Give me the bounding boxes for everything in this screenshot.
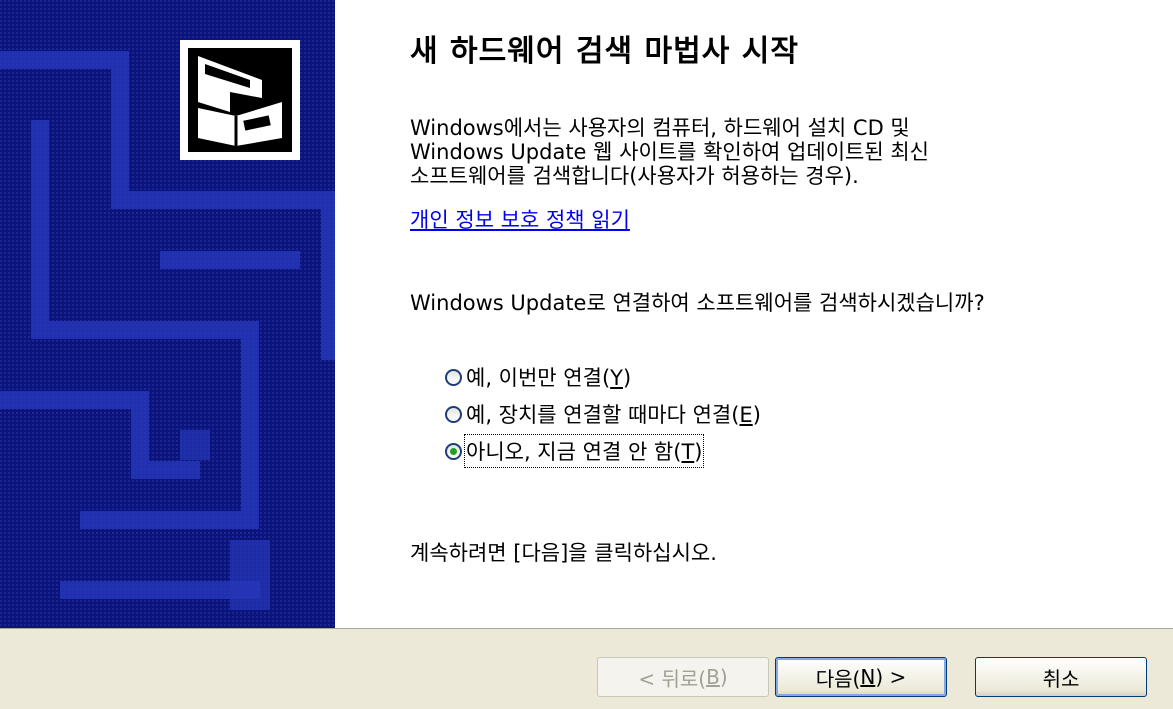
wizard-content: 새 하드웨어 검색 마법사 시작 Windows에서는 사용자의 컴퓨터, 하드… — [335, 0, 1173, 628]
side-panel-artwork — [0, 0, 335, 628]
continue-instruction: 계속하려면 [다음]을 클릭하십시오. — [410, 541, 717, 565]
wizard-window: 새 하드웨어 검색 마법사 시작 Windows에서는 사용자의 컴퓨터, 하드… — [0, 0, 1173, 709]
radio-label[interactable]: 아니오, 지금 연결 안 함(T) — [463, 434, 705, 468]
wizard-button-bar: < 뒤로(B) 다음(N) > 취소 — [0, 628, 1173, 709]
description-line: Windows에서는 사용자의 컴퓨터, 하드웨어 설치 CD 및 — [410, 116, 910, 140]
wizard-side-panel — [0, 0, 335, 628]
radio-button[interactable] — [445, 368, 462, 386]
next-button[interactable]: 다음(N) > — [775, 657, 947, 697]
connect-question: Windows Update로 연결하여 소프트웨어를 검색하시겠습니까? — [410, 291, 985, 315]
radio-button[interactable] — [445, 405, 462, 423]
radio-option-do-not-connect[interactable]: 아니오, 지금 연결 안 함(T) — [445, 434, 705, 468]
cancel-button[interactable]: 취소 — [975, 657, 1147, 697]
hardware-card-icon — [180, 40, 300, 160]
description-line: 소프트웨어를 검색합니다(사용자가 허용하는 경우). — [410, 164, 859, 188]
wizard-title: 새 하드웨어 검색 마법사 시작 — [410, 34, 799, 69]
privacy-policy-link[interactable]: 개인 정보 보호 정책 읽기 — [410, 204, 630, 234]
radio-option-connect-once[interactable]: 예, 이번만 연결(Y) — [445, 362, 631, 392]
radio-option-connect-always[interactable]: 예, 장치를 연결할 때마다 연결(E) — [445, 399, 761, 429]
radio-label[interactable]: 예, 장치를 연결할 때마다 연결(E) — [466, 399, 761, 429]
radio-button-selected[interactable] — [445, 442, 462, 460]
wizard-description: Windows에서는 사용자의 컴퓨터, 하드웨어 설치 CD 및 Window… — [410, 116, 1130, 188]
radio-label[interactable]: 예, 이번만 연결(Y) — [466, 362, 631, 392]
back-button[interactable]: < 뒤로(B) — [597, 657, 769, 697]
description-line: Windows Update 웹 사이트를 확인하여 업데이트된 최신 — [410, 140, 929, 164]
